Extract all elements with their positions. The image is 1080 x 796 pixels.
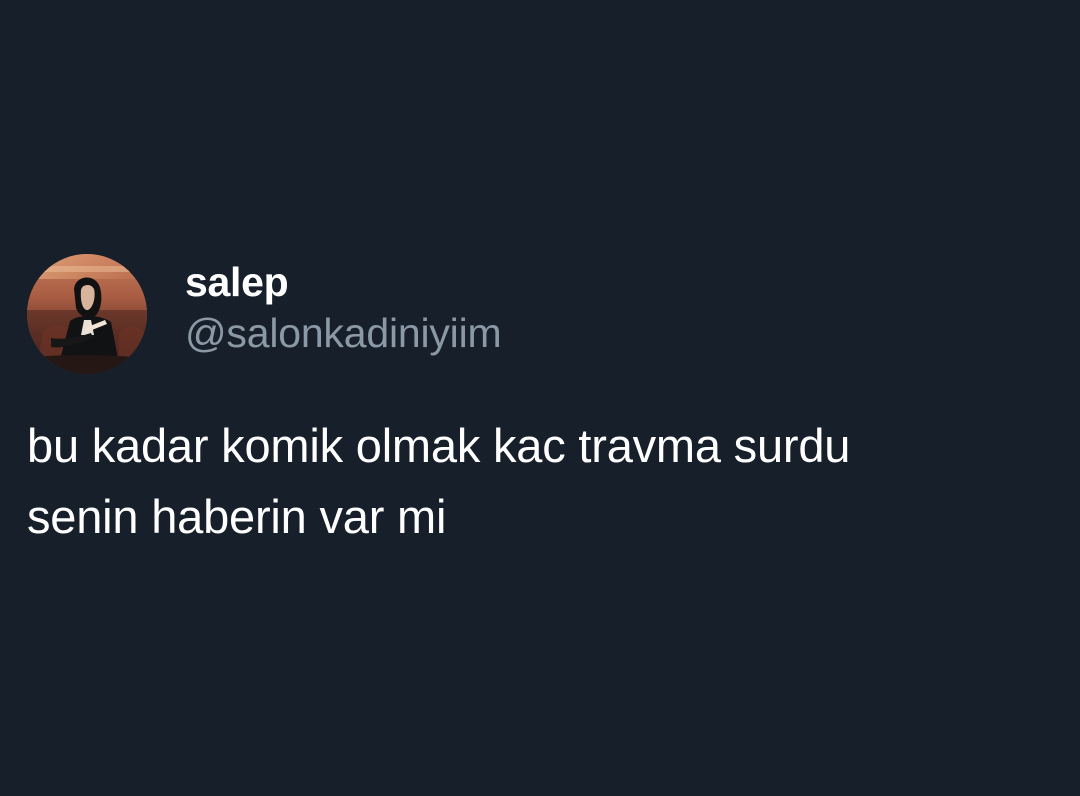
avatar[interactable] <box>27 254 147 374</box>
username-handle[interactable]: @salonkadiniyiim <box>185 310 502 356</box>
tweet-text: bu kadar komik olmak kac travma surdu se… <box>27 419 851 543</box>
author-names: salep @salonkadiniyiim <box>185 259 502 356</box>
profile-photo-icon <box>27 254 147 374</box>
tweet-card: salep @salonkadiniyiim bu kadar komik ol… <box>27 253 1047 552</box>
tweet-author-row: salep @salonkadiniyiim <box>27 253 1047 375</box>
display-name[interactable]: salep <box>185 259 501 305</box>
